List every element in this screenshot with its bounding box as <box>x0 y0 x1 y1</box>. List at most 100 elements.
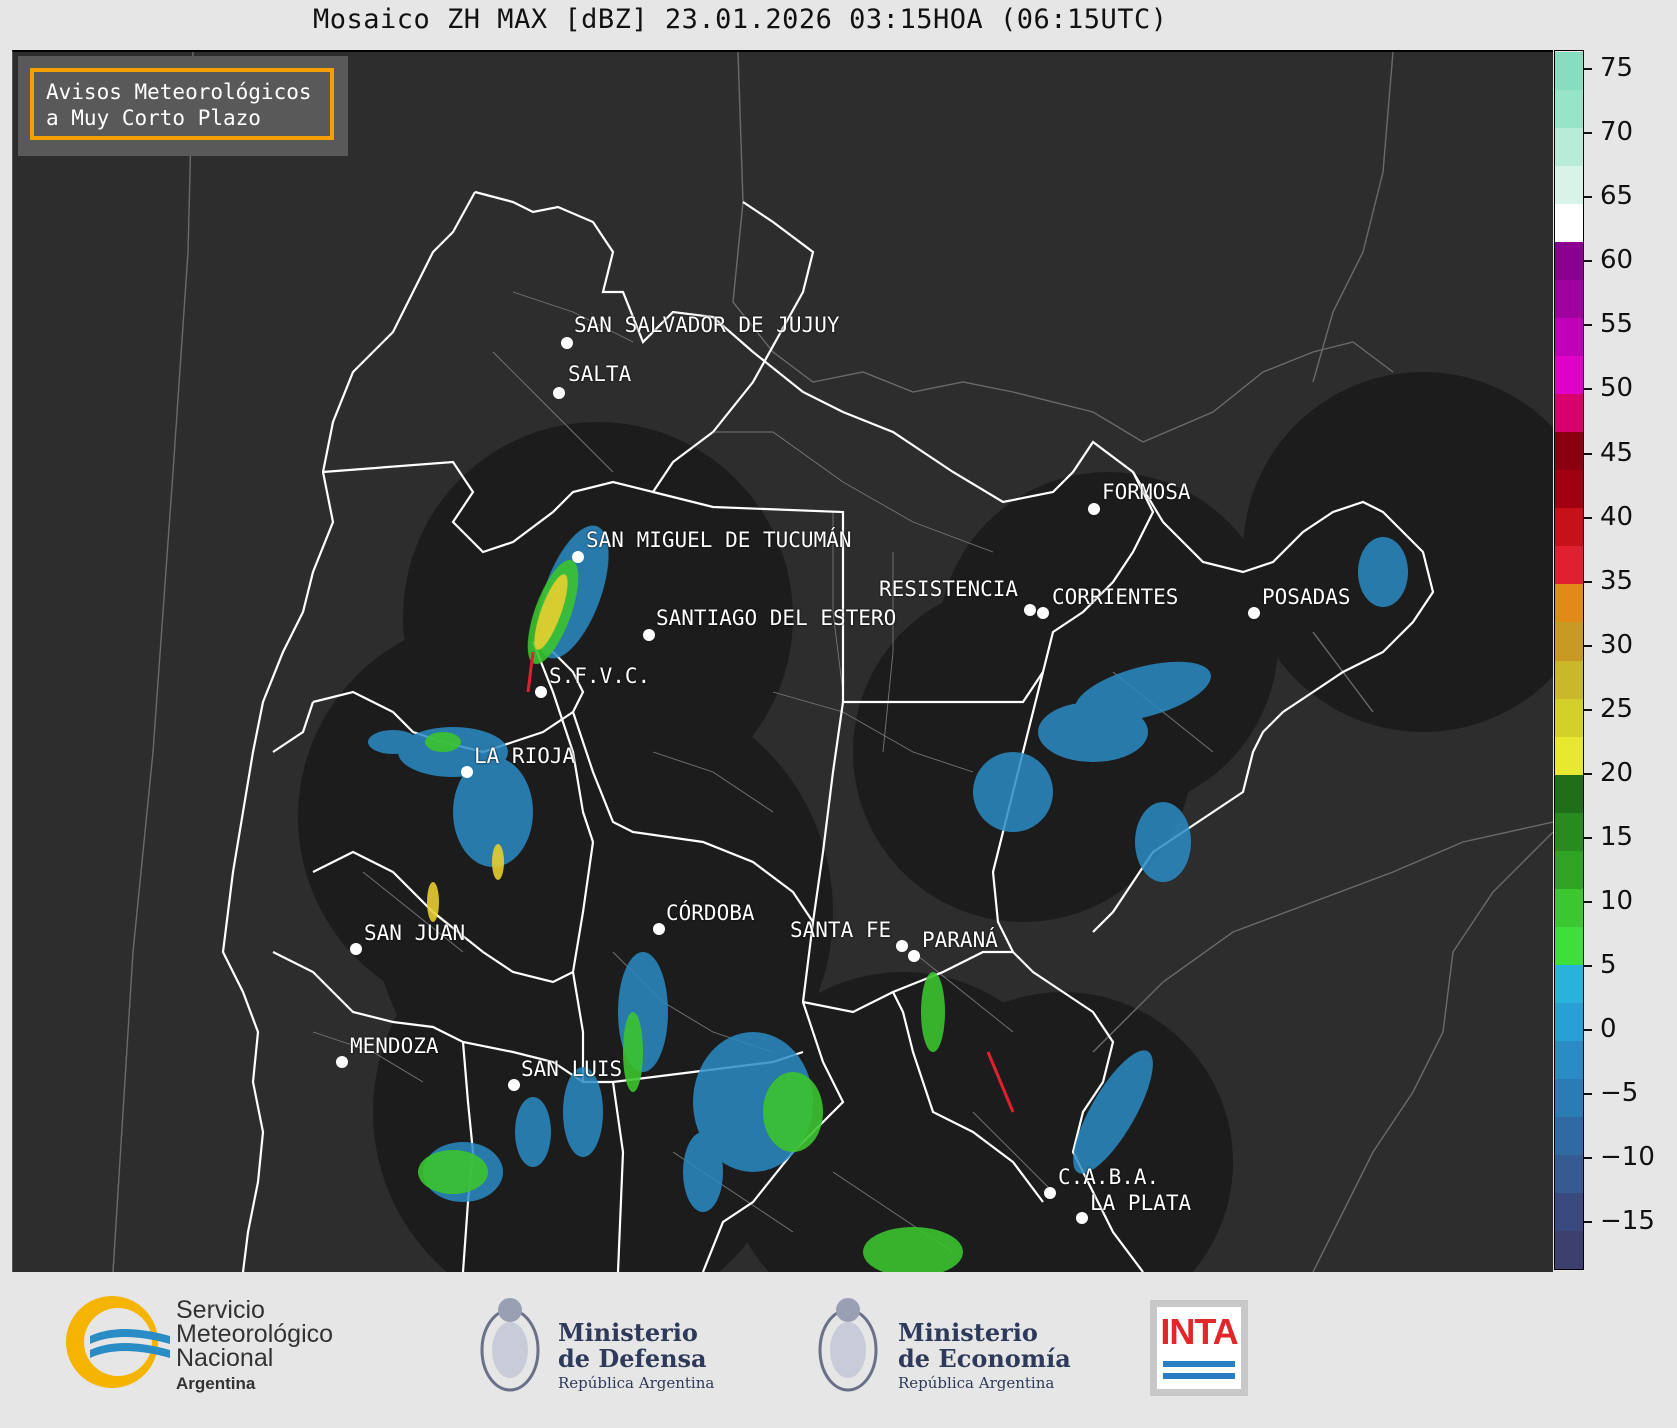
warning-line-2: a Muy Corto Plazo <box>46 106 261 130</box>
colorbar-segment <box>1555 812 1583 851</box>
city-label: CORRIENTES <box>1052 585 1179 609</box>
colorbar-segment <box>1555 1002 1583 1041</box>
city-marker[interactable] <box>1248 607 1260 619</box>
defensa-line-2: de Defensa <box>558 1344 707 1373</box>
smn-line-1: Servicio <box>176 1296 265 1324</box>
city-marker[interactable] <box>350 943 362 955</box>
city-label: RESISTENCIA <box>879 577 1019 601</box>
colorbar-segment <box>1555 241 1583 281</box>
defensa-logo-text: Ministerio de Defensa República Argentin… <box>558 1318 715 1393</box>
radar-map-canvas <box>112 52 1553 1272</box>
colorbar-tick-label: 70 <box>1584 117 1633 147</box>
city-marker[interactable] <box>908 950 920 962</box>
city-marker[interactable] <box>1088 503 1100 515</box>
colorbar-segment <box>1555 165 1583 205</box>
city-label: SAN LUIS <box>521 1057 623 1081</box>
city-marker[interactable] <box>508 1079 520 1091</box>
city-marker[interactable] <box>336 1056 348 1068</box>
colorbar-tick-label: 0 <box>1584 1014 1617 1044</box>
radar-map[interactable] <box>12 50 1553 1272</box>
economia-line-3: República Argentina <box>898 1374 1055 1392</box>
colorbar-segment <box>1555 698 1583 737</box>
defensa-line-3: República Argentina <box>558 1374 715 1392</box>
colorbar-tick-label: 75 <box>1584 53 1633 83</box>
colorbar-segment <box>1555 850 1583 889</box>
city-marker[interactable] <box>553 387 565 399</box>
city-label: SAN SALVADOR DE JUJUY <box>574 313 840 337</box>
city-label: C.A.B.A. <box>1058 1165 1160 1189</box>
colorbar-segment <box>1555 1192 1583 1231</box>
city-label: SAN MIGUEL DE TUCUMÁN <box>586 528 852 552</box>
colorbar-segment <box>1555 660 1583 699</box>
colorbar <box>1554 50 1584 1270</box>
colorbar-segment <box>1555 888 1583 927</box>
colorbar-segment <box>1555 621 1583 661</box>
city-marker[interactable] <box>1037 607 1049 619</box>
city-label: FORMOSA <box>1102 480 1191 504</box>
colorbar-tick-label: 35 <box>1584 566 1633 596</box>
smn-logo-icon <box>66 1296 170 1388</box>
city-label: SALTA <box>568 362 632 386</box>
colorbar-tick-label: 40 <box>1584 502 1633 532</box>
smn-logo-text: Servicio Meteorológico Nacional Argentin… <box>176 1298 333 1396</box>
city-label: SANTA FE <box>790 918 892 942</box>
colorbar-segment <box>1555 431 1583 471</box>
smn-line-4: Argentina <box>176 1374 256 1393</box>
colorbar-tick-label: −15 <box>1584 1206 1655 1236</box>
colorbar-segment <box>1555 964 1583 1003</box>
colorbar-tick-label: 5 <box>1584 950 1617 980</box>
colorbar-segment <box>1555 317 1583 357</box>
smn-line-3: Nacional <box>176 1344 274 1372</box>
city-marker[interactable] <box>1044 1187 1056 1199</box>
colorbar-segment <box>1555 89 1583 129</box>
colorbar-segment <box>1555 736 1583 775</box>
colorbar-segment <box>1555 279 1583 319</box>
colorbar-segment <box>1555 926 1583 965</box>
inta-logo: INTA <box>1150 1300 1248 1396</box>
map-title: Mosaico ZH MAX [dBZ] 23.01.2026 03:15HOA… <box>313 4 1168 35</box>
warning-box-label[interactable]: Avisos Meteorológicos a Muy Corto Plazo <box>30 68 334 140</box>
colorbar-tick-label: 55 <box>1584 309 1633 339</box>
colorbar-segment <box>1555 507 1583 547</box>
colorbar-segment <box>1555 203 1583 243</box>
colorbar-segment <box>1555 1230 1583 1269</box>
economia-seal-icon <box>818 1298 878 1392</box>
colorbar-segment <box>1555 51 1583 91</box>
colorbar-segment <box>1555 393 1583 433</box>
colorbar-segment <box>1555 469 1583 509</box>
city-label: SANTIAGO DEL ESTERO <box>656 606 897 630</box>
city-label: LA RIOJA <box>474 744 576 768</box>
colorbar-tick-label: 50 <box>1584 373 1633 403</box>
colorbar-segment <box>1555 1040 1583 1079</box>
economia-line-1: Ministerio <box>898 1318 1038 1347</box>
colorbar-segment <box>1555 1078 1583 1117</box>
defensa-line-1: Ministerio <box>558 1318 698 1347</box>
colorbar-tick-label: −10 <box>1584 1142 1655 1172</box>
smn-line-2: Meteorológico <box>176 1320 334 1348</box>
city-marker[interactable] <box>461 766 473 778</box>
colorbar-tick-label: 30 <box>1584 630 1633 660</box>
colorbar-tick-label: 10 <box>1584 886 1633 916</box>
city-label: SAN JUAN <box>364 921 466 945</box>
city-label: LA PLATA <box>1090 1191 1192 1215</box>
city-marker[interactable] <box>1076 1212 1088 1224</box>
city-label: CÓRDOBA <box>666 901 755 925</box>
colorbar-segment <box>1555 127 1583 167</box>
city-marker[interactable] <box>653 923 665 935</box>
city-marker[interactable] <box>535 686 547 698</box>
economia-logo-text: Ministerio de Economía República Argenti… <box>898 1318 1071 1393</box>
colorbar-ticks: 75 70 65 60 55 50 45 40 35 30 25 20 15 10 5 0 −5 −10 −15 <box>1584 50 1674 1270</box>
city-label: MENDOZA <box>350 1034 439 1058</box>
colorbar-tick-label: 65 <box>1584 181 1633 211</box>
colorbar-tick-label: 45 <box>1584 438 1633 468</box>
economia-line-2: de Economía <box>898 1344 1071 1373</box>
city-marker[interactable] <box>561 337 573 349</box>
city-marker[interactable] <box>1024 604 1036 616</box>
colorbar-segment <box>1555 355 1583 395</box>
defensa-seal-icon <box>480 1298 540 1392</box>
colorbar-tick-label: 25 <box>1584 694 1633 724</box>
colorbar-tick-label: 15 <box>1584 822 1633 852</box>
city-marker[interactable] <box>643 629 655 641</box>
city-marker[interactable] <box>896 940 908 952</box>
city-marker[interactable] <box>572 551 584 563</box>
